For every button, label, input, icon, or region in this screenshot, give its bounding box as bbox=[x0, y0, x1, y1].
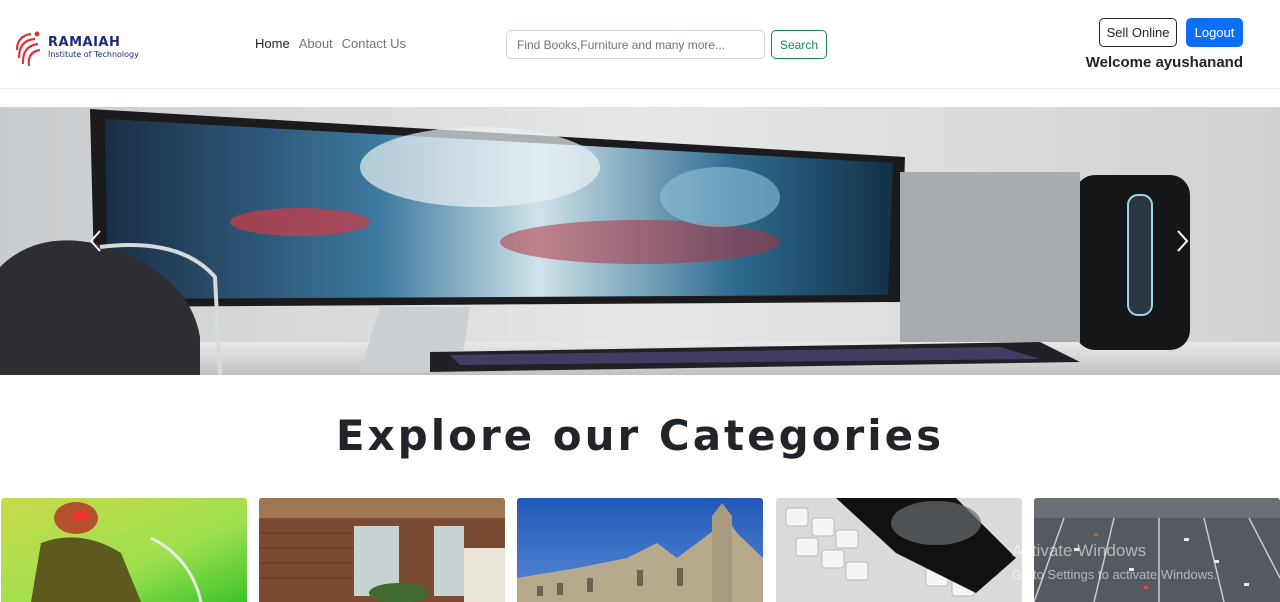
windows-watermark-title: Activate Windows bbox=[1012, 541, 1147, 560]
search-button[interactable]: Search bbox=[771, 30, 827, 59]
brand-subtitle: Institute of Technology bbox=[48, 50, 139, 59]
carousel-next-button[interactable] bbox=[1170, 225, 1194, 257]
category-image bbox=[776, 498, 1022, 602]
chevron-right-icon bbox=[1177, 230, 1189, 252]
category-image bbox=[259, 498, 505, 602]
chevron-left-icon bbox=[89, 230, 101, 252]
hero-carousel bbox=[0, 107, 1280, 375]
category-image bbox=[1, 498, 247, 602]
windows-watermark-subtitle: Go to Settings to activate Windows. bbox=[1012, 567, 1218, 582]
nav-links: Home About Contact Us bbox=[255, 36, 415, 51]
category-card-electronics[interactable] bbox=[776, 498, 1022, 602]
carousel-image bbox=[0, 107, 1280, 375]
categories-heading: Explore our Categories bbox=[335, 411, 945, 460]
category-card-education[interactable] bbox=[517, 498, 763, 602]
nav-link-about[interactable]: About bbox=[299, 36, 333, 51]
navbar: RAMAIAH Institute of Technology Home Abo… bbox=[0, 0, 1280, 89]
sell-online-button[interactable]: Sell Online bbox=[1099, 18, 1177, 47]
carousel-prev-button[interactable] bbox=[84, 225, 108, 257]
ramaiah-logo-icon bbox=[15, 31, 41, 67]
logout-button[interactable]: Logout bbox=[1186, 18, 1243, 47]
nav-link-home[interactable]: Home bbox=[255, 36, 290, 51]
search-input[interactable] bbox=[506, 30, 765, 59]
category-card-fashion[interactable] bbox=[1, 498, 247, 602]
brand-name: RAMAIAH bbox=[48, 35, 121, 50]
nav-link-contact[interactable]: Contact Us bbox=[342, 36, 406, 51]
brand-logo[interactable]: RAMAIAH Institute of Technology bbox=[13, 27, 143, 69]
category-image bbox=[517, 498, 763, 602]
welcome-text: Welcome ayushanand bbox=[1085, 54, 1243, 71]
category-card-furniture[interactable] bbox=[259, 498, 505, 602]
